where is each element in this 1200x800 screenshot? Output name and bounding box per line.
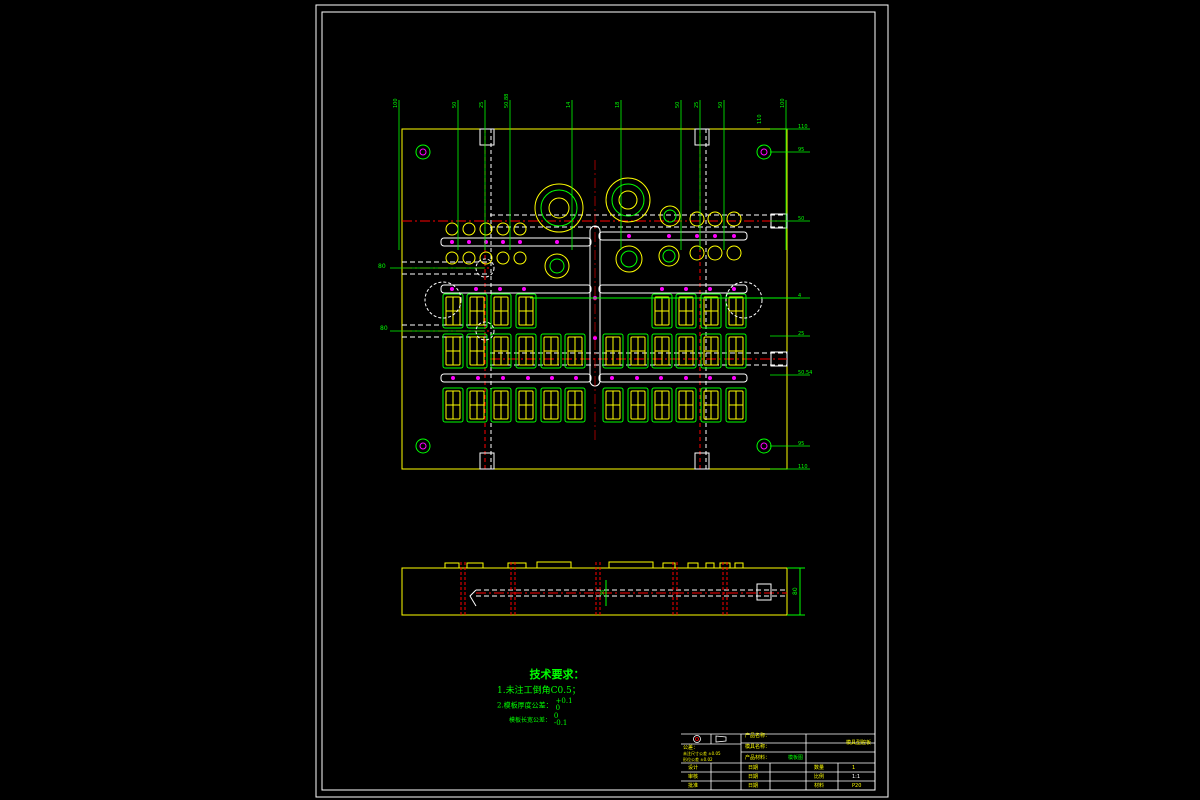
- rect-cavity: [564, 333, 586, 369]
- rect-cavity: [675, 387, 697, 423]
- rect-cavity: [490, 293, 512, 329]
- dim-right-label: 4: [798, 293, 801, 299]
- tb-product-name: 产品名称：: [745, 733, 771, 739]
- tb-date2: 日期: [748, 774, 759, 780]
- section-dim-height: 80: [792, 587, 799, 595]
- tb-material-label: 材料: [814, 783, 825, 789]
- rect-cavity: [675, 293, 697, 329]
- rect-cavity: [540, 333, 562, 369]
- rect-cavity: [700, 333, 722, 369]
- technical-requirements: 技术要求： 1.未注工倒角C0.5； 2.模板厚度公差： +0.1 0 模板长宽…: [497, 668, 617, 728]
- rect-cavity: [515, 293, 537, 329]
- dimensions-top-text: 100 50 25 50.88 14 18 50 25 50 100 110: [393, 94, 786, 124]
- rect-cavity: [725, 333, 747, 369]
- tech-req-line1: 1.未注工倒角C0.5；: [497, 686, 581, 696]
- dim-top-label: 50: [452, 102, 458, 108]
- rect-cavity: [442, 333, 464, 369]
- tech-req-title: 技术要求：: [529, 668, 585, 681]
- section-view: [401, 561, 805, 616]
- dim-right-label: 95: [798, 441, 804, 447]
- tech-req-line3: 模板长宽公差： 0 -0.1: [497, 712, 617, 729]
- dimensions-left: [390, 267, 485, 332]
- tb-part-name: 模具型腔板: [846, 740, 872, 746]
- tb-date1: 日期: [748, 765, 759, 771]
- rect-cavity: [627, 333, 649, 369]
- dim-top-label: 100: [393, 98, 399, 108]
- dim-top-label: 50: [718, 102, 724, 108]
- dim-top-label: 50: [675, 102, 681, 108]
- tech-req-line2-tol: +0.1 0: [556, 698, 573, 712]
- tol-lower: 0: [555, 704, 561, 712]
- tech-req-line3-label: 模板长宽公差：: [509, 717, 552, 724]
- tb-row-approve: 批准: [688, 783, 699, 789]
- dim-top-label: 100: [780, 98, 786, 108]
- rect-cavity: [490, 333, 512, 369]
- rect-cavity: [651, 387, 673, 423]
- dim-left-2: 80: [380, 325, 388, 332]
- rect-cavity: [700, 387, 722, 423]
- tb-qty-label: 数量: [814, 765, 825, 771]
- rect-cavity: [466, 333, 488, 369]
- tb-date3: 日期: [748, 783, 759, 789]
- rect-cavity: [442, 293, 464, 329]
- rect-cavity: [651, 333, 673, 369]
- round-cavities-large: [534, 177, 681, 279]
- tb-qty-value: 1: [852, 765, 856, 771]
- rect-cavity: [466, 293, 488, 329]
- rect-cavities: [442, 293, 747, 423]
- tb-material-value: P20: [852, 783, 862, 789]
- tech-req-line2-label: 2.模板厚度公差：: [497, 701, 553, 710]
- dim-right-label: 110: [798, 464, 808, 470]
- rect-cavity: [602, 333, 624, 369]
- dim-right-label: 110: [798, 124, 808, 130]
- tb-drawing-name: 模板图: [788, 755, 804, 761]
- tb-row-design: 设计: [688, 765, 699, 771]
- tb-product-material: 产品材料：: [745, 755, 771, 761]
- dim-top-label: 18: [615, 102, 621, 108]
- rect-cavity: [515, 387, 537, 423]
- rect-cavity: [540, 387, 562, 423]
- dim-right-label: 95: [798, 147, 804, 153]
- dimensions-top: [398, 100, 787, 250]
- rect-cavity: [466, 387, 488, 423]
- dim-top-small: 110: [757, 114, 763, 124]
- section-dim-small: 36: [600, 590, 606, 596]
- rect-cavity: [564, 387, 586, 423]
- tb-mold-name: 模具名称：: [745, 744, 771, 750]
- dim-right-label: 50.54: [798, 370, 812, 376]
- rect-cavity: [515, 333, 537, 369]
- dim-right-label: 50: [798, 216, 804, 222]
- rect-cavity: [725, 293, 747, 329]
- dim-top-label: 25: [694, 102, 700, 108]
- tb-scale-label: 比例: [814, 774, 825, 780]
- rect-cavity: [725, 387, 747, 423]
- rect-cavity: [442, 387, 464, 423]
- rect-cavity: [602, 387, 624, 423]
- tb-row-check: 审核: [688, 774, 699, 780]
- tech-req-line2: 2.模板厚度公差： +0.1 0: [497, 698, 617, 713]
- dim-top-label: 14: [566, 102, 572, 108]
- tb-scale-value: 1:1: [852, 774, 861, 780]
- rect-cavity: [627, 387, 649, 423]
- plan-view: [401, 128, 800, 470]
- tech-req-line3-tol: 0 -0.1: [553, 712, 568, 727]
- dim-top-label: 25: [479, 102, 485, 108]
- tol-lower: -0.1: [553, 718, 568, 727]
- tb-tol-line2: 形位公差 ±0.02: [683, 757, 713, 762]
- rect-cavity: [700, 293, 722, 329]
- rect-cavity: [490, 387, 512, 423]
- rect-cavity: [675, 333, 697, 369]
- dim-top-label: 50.88: [504, 94, 510, 108]
- projection-symbol: [693, 735, 727, 743]
- dim-left-1: 80: [378, 263, 386, 270]
- dimensions-right: 110 95 50 4 25 50.54 95 110: [770, 124, 812, 470]
- dim-right-label: 25: [798, 331, 804, 337]
- rect-cavity: [651, 293, 673, 329]
